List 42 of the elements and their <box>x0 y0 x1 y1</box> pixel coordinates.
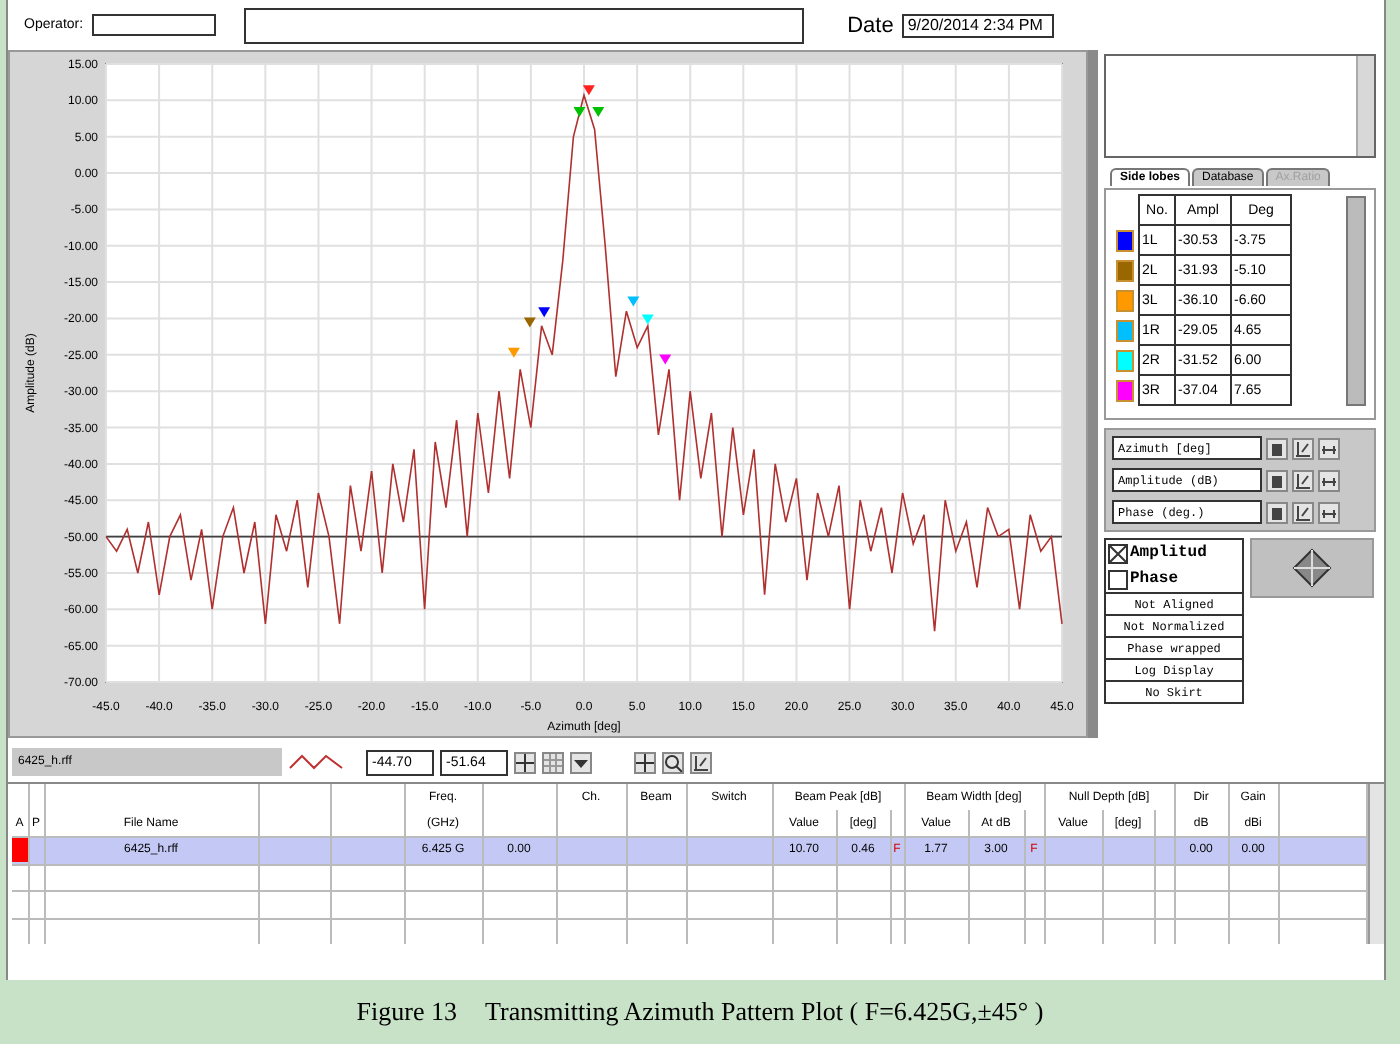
tool-button[interactable] <box>570 751 592 773</box>
wave-icon <box>288 750 344 774</box>
date-label: Date <box>847 13 894 37</box>
tool-button[interactable] <box>634 751 656 773</box>
scale-icon <box>1294 439 1312 457</box>
checkbox-label: Amplitud <box>1130 544 1207 562</box>
checkbox-label: Phase <box>1130 570 1179 588</box>
navigation-pad[interactable] <box>1250 538 1374 598</box>
tool-button[interactable] <box>1292 437 1314 459</box>
tool-button[interactable] <box>1318 501 1340 523</box>
checkbox[interactable] <box>1108 569 1128 589</box>
scrollbar[interactable] <box>1346 196 1366 406</box>
notes-field[interactable] <box>1104 54 1376 158</box>
marker-icon <box>592 107 605 118</box>
diamond-arrows-icon <box>1292 548 1332 588</box>
checkbox[interactable] <box>1108 543 1128 563</box>
marker-icon <box>507 347 520 358</box>
tool-button[interactable] <box>1292 469 1314 491</box>
scale-icon <box>1294 503 1312 521</box>
scale-icon <box>1294 471 1312 489</box>
marker-icon <box>659 354 672 365</box>
zoom-icon <box>664 753 682 771</box>
tool-button[interactable] <box>1318 437 1340 459</box>
date-field[interactable]: 9/20/2014 2:34 PM <box>901 13 1054 37</box>
marker-icon <box>573 107 586 118</box>
marker-icon <box>627 296 640 307</box>
grid-icon <box>544 753 562 771</box>
tool-button[interactable] <box>690 751 712 773</box>
marker-icon <box>641 314 654 325</box>
scale-icon <box>692 753 710 771</box>
scrollbar[interactable] <box>1356 56 1374 156</box>
crosshair-icon <box>636 753 654 771</box>
tool-button[interactable] <box>662 751 684 773</box>
tool-button[interactable] <box>514 751 536 773</box>
tool-button[interactable] <box>1292 501 1314 523</box>
crosshair-icon <box>516 753 534 771</box>
marker-icon <box>582 85 595 96</box>
tool-button[interactable] <box>1318 469 1340 491</box>
title-field[interactable] <box>243 7 804 43</box>
operator-field[interactable] <box>91 14 216 36</box>
figure-caption: Transmitting Azimuth Pattern Plot ( F=6.425G,±45° ) <box>485 996 1044 1028</box>
figure-label: Figure 13 <box>356 996 457 1028</box>
